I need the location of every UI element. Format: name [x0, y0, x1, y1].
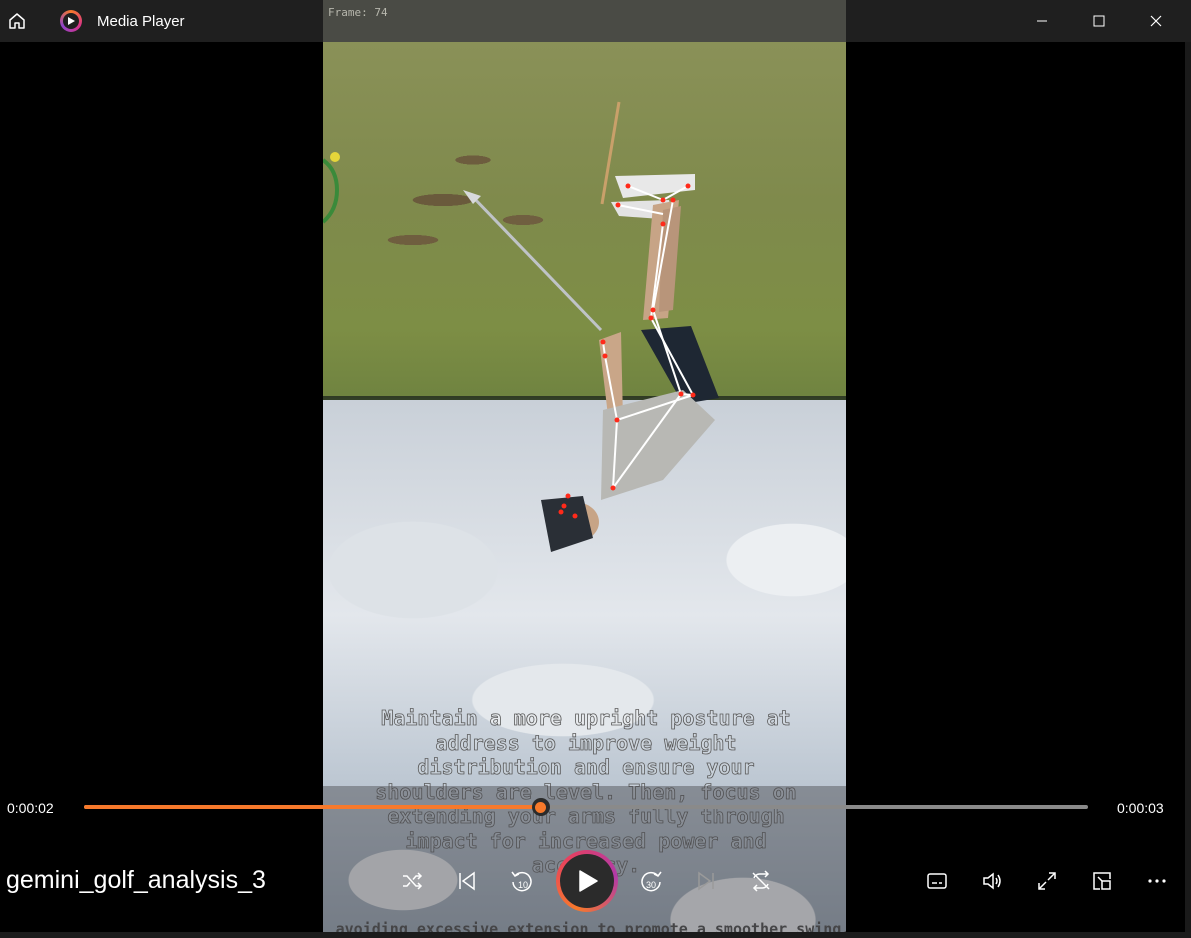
rewind-10-icon: 10 [511, 871, 532, 892]
miniplayer-icon [1093, 872, 1111, 890]
volume-button[interactable] [973, 862, 1011, 900]
elapsed-time: 0:00:02 [7, 800, 54, 816]
window-bottom-edge [0, 932, 1191, 938]
forward-button[interactable]: 30 [632, 862, 670, 900]
previous-button[interactable] [448, 862, 486, 900]
caption-line: address to improve weight [435, 730, 737, 755]
window-edge [1185, 42, 1191, 938]
repeat-icon [752, 870, 770, 892]
minimize-icon [1037, 20, 1047, 22]
more-options-button[interactable] [1138, 862, 1176, 900]
close-button[interactable] [1128, 0, 1184, 42]
play-icon [579, 870, 598, 892]
previous-icon [459, 871, 475, 891]
play-button[interactable] [556, 850, 618, 912]
caption-line: Maintain a more upright posture at [381, 706, 791, 731]
close-icon [1150, 15, 1162, 27]
home-icon [9, 13, 25, 29]
next-icon [698, 871, 714, 891]
maximize-button[interactable] [1071, 0, 1127, 42]
forward-30-icon: 30 [641, 871, 662, 892]
rewind-button[interactable]: 10 [503, 862, 541, 900]
maximize-icon [1093, 15, 1105, 27]
shuffle-icon [403, 872, 423, 890]
minimize-button[interactable] [1014, 0, 1070, 42]
rewind-label: 10 [518, 880, 528, 890]
seek-bar[interactable] [84, 798, 1088, 816]
media-title: gemini_golf_analysis_3 [6, 866, 266, 894]
repeat-button[interactable] [742, 862, 780, 900]
volume-icon [983, 872, 1001, 890]
total-time: 0:00:03 [1117, 800, 1164, 816]
app-title: Media Player [97, 13, 185, 30]
next-button[interactable] [687, 862, 725, 900]
forward-label: 30 [646, 880, 656, 890]
subtitles-icon [927, 873, 947, 889]
seek-thumb[interactable] [531, 798, 550, 816]
subtitles-button[interactable] [918, 862, 956, 900]
home-button[interactable] [4, 8, 30, 34]
shuffle-button[interactable] [393, 862, 431, 900]
fullscreen-button[interactable] [1028, 862, 1066, 900]
media-player-logo-icon [60, 10, 82, 32]
caption-line: distribution and ensure your [417, 755, 755, 780]
miniplayer-button[interactable] [1083, 862, 1121, 900]
more-options-icon [1148, 879, 1166, 883]
fullscreen-icon [1038, 872, 1056, 890]
seek-bar-progress [84, 805, 541, 809]
